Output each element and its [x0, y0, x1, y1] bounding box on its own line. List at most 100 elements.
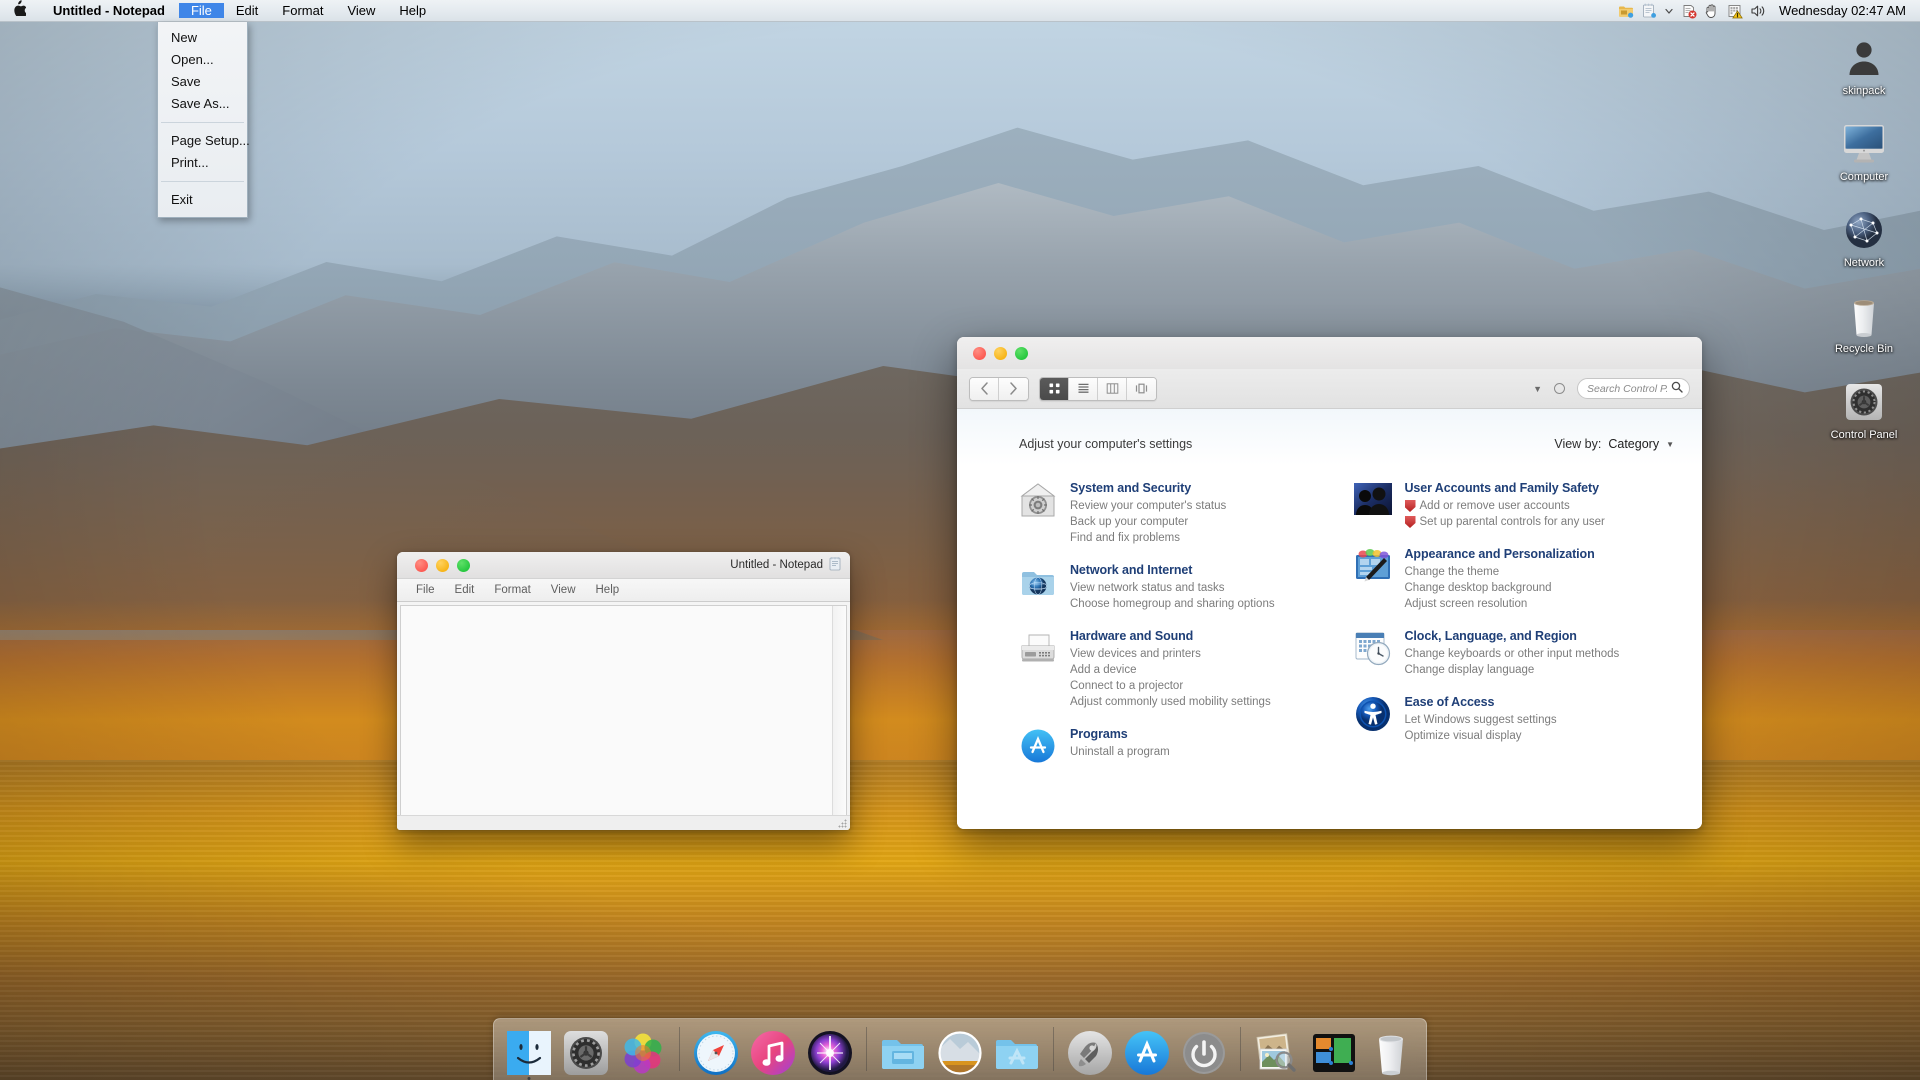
category-link[interactable]: Add or remove user accounts	[1404, 498, 1605, 514]
category-link[interactable]: Let Windows suggest settings	[1405, 712, 1557, 728]
category-link[interactable]: View network status and tasks	[1070, 580, 1275, 596]
menubar-clock[interactable]: Wednesday 02:47 AM	[1773, 3, 1910, 18]
view-by-value[interactable]: Category	[1608, 437, 1659, 451]
dock-item-photos[interactable]	[619, 1029, 667, 1077]
security-warning-icon[interactable]	[1727, 3, 1743, 19]
dock-item-mission-control[interactable]	[1310, 1029, 1358, 1077]
notepad-minimize-button[interactable]	[436, 558, 449, 572]
menu-item-open[interactable]: Open...	[158, 49, 247, 71]
category-link[interactable]: Set up parental controls for any user	[1404, 514, 1605, 530]
chevron-down-icon[interactable]: ▼	[1533, 384, 1542, 394]
menu-item-new[interactable]: New	[158, 27, 247, 49]
category-appearance-and-personalization[interactable]: Appearance and Personalization Change th…	[1354, 547, 1679, 612]
category-title[interactable]: Hardware and Sound	[1070, 629, 1271, 643]
notepad-close-button[interactable]	[415, 558, 428, 572]
category-title[interactable]: Clock, Language, and Region	[1405, 629, 1620, 643]
category-link[interactable]: Optimize visual display	[1405, 728, 1557, 744]
dock-item-app-store[interactable]	[1123, 1029, 1171, 1077]
desktop-icon-skinpack[interactable]: skinpack	[1808, 34, 1920, 98]
dock-item-finder[interactable]	[505, 1029, 553, 1080]
desktop-icon-control-panel[interactable]: Control Panel	[1808, 378, 1920, 442]
list-view-button[interactable]	[1069, 377, 1098, 400]
category-link[interactable]: Change the theme	[1405, 564, 1595, 580]
category-system-and-security[interactable]: System and Security Review your computer…	[1019, 481, 1344, 546]
folder-share-icon[interactable]	[1618, 3, 1634, 19]
category-user-accounts-and-family-safety[interactable]: User Accounts and Family Safety Add or r…	[1353, 481, 1679, 530]
notepad-menu-edit[interactable]: Edit	[445, 584, 485, 596]
control-panel-maximize-button[interactable]	[1015, 346, 1028, 360]
chevron-down-icon[interactable]	[1664, 3, 1674, 19]
apple-logo-icon[interactable]	[0, 0, 39, 19]
search-control-panel-input[interactable]: Search Control P...	[1577, 378, 1690, 399]
menu-item-exit[interactable]: Exit	[158, 189, 247, 211]
dock-item-siri[interactable]	[806, 1029, 854, 1077]
control-panel-titlebar[interactable]	[957, 337, 1702, 369]
category-title[interactable]: Appearance and Personalization	[1405, 547, 1595, 561]
category-link[interactable]: Change desktop background	[1405, 580, 1595, 596]
dock-item-applications-folder[interactable]	[993, 1029, 1041, 1077]
notepad-textarea[interactable]	[401, 606, 832, 815]
category-title[interactable]: User Accounts and Family Safety	[1405, 481, 1605, 495]
back-button[interactable]	[970, 377, 999, 400]
dock-item-trash[interactable]	[1367, 1029, 1415, 1077]
category-link[interactable]: Find and fix problems	[1070, 530, 1226, 546]
notepad-vertical-scrollbar[interactable]	[832, 606, 846, 815]
category-link[interactable]: Add a device	[1070, 662, 1271, 678]
dock-item-preview[interactable]	[1253, 1029, 1301, 1077]
menubar-item-view[interactable]: View	[335, 3, 387, 18]
menu-item-page-setup[interactable]: Page Setup...	[158, 130, 250, 152]
menubar-item-help[interactable]: Help	[387, 3, 438, 18]
icon-view-button[interactable]	[1040, 377, 1069, 400]
hand-hold-icon[interactable]	[1704, 3, 1720, 19]
menu-item-print[interactable]: Print...	[158, 152, 247, 174]
menu-item-save-as[interactable]: Save As...	[158, 93, 247, 115]
category-ease-of-access[interactable]: Ease of Access Let Windows suggest setti…	[1354, 695, 1679, 744]
category-clock-language-and-region[interactable]: Clock, Language, and Region Change keybo…	[1354, 629, 1679, 678]
category-link[interactable]: Change display language	[1405, 662, 1620, 678]
control-panel-close-button[interactable]	[973, 346, 986, 360]
menu-item-save[interactable]: Save	[158, 71, 247, 93]
menubar-item-format[interactable]: Format	[270, 3, 335, 18]
gallery-view-button[interactable]	[1127, 377, 1156, 400]
notepad-titlebar[interactable]: Untitled - Notepad	[397, 552, 850, 579]
notepad-menu-file[interactable]: File	[406, 584, 445, 596]
control-panel-minimize-button[interactable]	[994, 346, 1007, 360]
dock-item-downloads-folder[interactable]	[879, 1029, 927, 1077]
dock-item-power[interactable]	[1180, 1029, 1228, 1077]
forward-button[interactable]	[999, 377, 1028, 400]
category-network-and-internet[interactable]: Network and Internet View network status…	[1019, 563, 1344, 612]
category-link[interactable]: Adjust screen resolution	[1405, 596, 1595, 612]
gear-icon[interactable]	[1554, 383, 1565, 394]
network-error-icon[interactable]	[1681, 3, 1697, 19]
category-title[interactable]: Programs	[1070, 727, 1170, 741]
dock-item-launchpad[interactable]	[1066, 1029, 1114, 1077]
category-link[interactable]: Connect to a projector	[1070, 678, 1271, 694]
column-view-button[interactable]	[1098, 377, 1127, 400]
notepad-window[interactable]: Untitled - Notepad File Edit Format View…	[397, 552, 850, 830]
desktop-icon-network[interactable]: Network	[1808, 206, 1920, 270]
chevron-down-icon[interactable]: ▼	[1666, 440, 1674, 449]
menubar-item-edit[interactable]: Edit	[224, 3, 270, 18]
view-by-control[interactable]: View by: Category ▼	[1554, 437, 1674, 451]
category-hardware-and-sound[interactable]: Hardware and Sound View devices and prin…	[1019, 629, 1344, 710]
category-link[interactable]: Back up your computer	[1070, 514, 1226, 530]
dock-item-pictures-stack[interactable]	[936, 1029, 984, 1077]
control-panel-window[interactable]: ▼ Search Control P... Adjust your comput…	[957, 337, 1702, 829]
notepad-menu-help[interactable]: Help	[586, 584, 630, 596]
desktop-icon-recycle-bin[interactable]: Recycle Bin	[1808, 292, 1920, 356]
category-link[interactable]: Change keyboards or other input methods	[1405, 646, 1620, 662]
category-title[interactable]: Network and Internet	[1070, 563, 1275, 577]
category-title[interactable]: Ease of Access	[1405, 695, 1557, 709]
notepad-tray-icon[interactable]	[1641, 3, 1657, 19]
notepad-menu-view[interactable]: View	[541, 584, 586, 596]
notepad-resize-grip[interactable]	[838, 819, 847, 828]
dock-item-system-preferences[interactable]	[562, 1029, 610, 1077]
desktop-icon-computer[interactable]: Computer	[1808, 120, 1920, 184]
category-link[interactable]: Adjust commonly used mobility settings	[1070, 694, 1271, 710]
category-programs[interactable]: Programs Uninstall a program	[1019, 727, 1344, 765]
notepad-maximize-button[interactable]	[457, 558, 470, 572]
dock-item-safari[interactable]	[692, 1029, 740, 1077]
category-link[interactable]: View devices and printers	[1070, 646, 1271, 662]
category-link[interactable]: Review your computer's status	[1070, 498, 1226, 514]
menubar-item-file[interactable]: File	[178, 3, 224, 18]
